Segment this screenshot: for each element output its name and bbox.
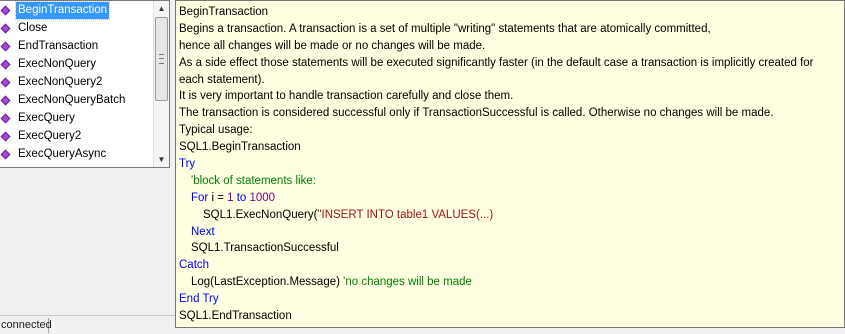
- code-comment: 'no changes will be made: [343, 276, 472, 289]
- vertical-scrollbar[interactable]: ▲ ▼: [153, 1, 169, 167]
- method-icon: [0, 149, 11, 160]
- autocomplete-list[interactable]: BeginTransaction Close EndTransaction Ex…: [0, 0, 170, 168]
- tooltip-description-line: As a side effect those statements will b…: [179, 56, 814, 69]
- documentation-tooltip: BeginTransaction Begins a transaction. A…: [175, 0, 845, 328]
- code-string: "INSERT INTO table1 VALUES(...): [317, 208, 494, 221]
- tooltip-description-line: It is very important to handle transacti…: [179, 90, 514, 103]
- method-icon: [0, 5, 11, 16]
- code-keyword: For: [191, 191, 209, 204]
- code-text: SQL1.BeginTransaction: [179, 141, 301, 154]
- autocomplete-item-execnonquerybatch[interactable]: ExecNonQueryBatch: [0, 92, 154, 110]
- autocomplete-item-execquery2[interactable]: ExecQuery2: [0, 128, 154, 146]
- autocomplete-items: BeginTransaction Close EndTransaction Ex…: [0, 1, 154, 164]
- code-line: For i = 1 to 1000: [179, 190, 844, 207]
- code-text: Log(LastException.Message): [191, 276, 344, 289]
- code-keyword: to: [233, 191, 250, 204]
- autocomplete-item-label: ExecNonQuery: [18, 58, 96, 70]
- code-line: SQL1.ExecNonQuery("INSERT INTO table1 VA…: [179, 207, 844, 224]
- autocomplete-item-label: Close: [18, 22, 48, 34]
- autocomplete-item-label: ExecQuery2: [18, 130, 82, 142]
- autocomplete-item-begintransaction[interactable]: BeginTransaction: [0, 1, 154, 20]
- autocomplete-item-execnonquery2[interactable]: ExecNonQuery2: [0, 74, 154, 92]
- code-line: Try: [179, 156, 844, 173]
- code-line: SQL1.EndTransaction: [179, 308, 844, 325]
- tooltip-description-line: hence all changes will be made or no cha…: [179, 39, 486, 52]
- code-line: End Try: [179, 291, 844, 308]
- code-keyword: End Try: [179, 293, 219, 306]
- autocomplete-item-label: EndTransaction: [18, 40, 99, 52]
- code-line: Log(LastException.Message) 'no changes w…: [179, 274, 844, 291]
- code-line: Catch: [179, 257, 844, 274]
- code-text: SQL1.EndTransaction: [179, 310, 292, 323]
- scroll-thumb[interactable]: [155, 17, 168, 101]
- autocomplete-item-execnonquery[interactable]: ExecNonQuery: [0, 56, 154, 74]
- tooltip-title: BeginTransaction: [179, 6, 269, 18]
- autocomplete-item-label: ExecQuery: [18, 112, 75, 124]
- autocomplete-item-endtransaction[interactable]: EndTransaction: [0, 38, 154, 56]
- method-icon: [0, 131, 11, 142]
- autocomplete-item-execqueryasync[interactable]: ExecQueryAsync: [0, 146, 154, 164]
- code-line: SQL1.TransactionSuccessful: [179, 240, 844, 257]
- code-line: 'block of statements like:: [179, 173, 844, 190]
- code-text: SQL1.TransactionSuccessful: [191, 242, 339, 255]
- code-keyword: Next: [191, 225, 215, 238]
- code-line: Next: [179, 224, 844, 241]
- status-panel: [53, 318, 174, 333]
- grip-icon: [159, 54, 164, 64]
- scroll-up-icon[interactable]: ▲: [154, 1, 169, 16]
- code-number: 1000: [249, 191, 276, 204]
- autocomplete-item-label: BeginTransaction: [14, 1, 111, 20]
- code-text: SQL1.ExecNonQuery(: [203, 208, 318, 221]
- autocomplete-item-execquery[interactable]: ExecQuery: [0, 110, 154, 128]
- code-keyword: Try: [179, 158, 196, 171]
- scroll-down-icon[interactable]: ▼: [154, 152, 169, 167]
- method-icon: [0, 59, 11, 70]
- method-icon: [0, 23, 11, 34]
- tooltip-description-line: Begins a transaction. A transaction is a…: [179, 22, 711, 35]
- tooltip-usage-heading: Typical usage:: [179, 124, 253, 137]
- method-icon: [0, 77, 11, 88]
- tooltip-description-line: The transaction is considered successful…: [179, 107, 774, 120]
- status-bar: connected: [0, 315, 175, 334]
- method-icon: [0, 41, 11, 52]
- method-icon: [0, 113, 11, 124]
- status-text: connected: [1, 318, 52, 333]
- tooltip-description-line: each statement).: [179, 73, 265, 86]
- autocomplete-item-label: ExecQueryAsync: [18, 148, 107, 160]
- code-text: i =: [208, 191, 228, 204]
- autocomplete-item-label: ExecNonQuery2: [18, 76, 103, 88]
- method-icon: [0, 95, 11, 106]
- autocomplete-item-close[interactable]: Close: [0, 20, 154, 38]
- code-comment: 'block of statements like:: [191, 174, 316, 187]
- code-keyword: Catch: [179, 259, 210, 272]
- code-line: SQL1.BeginTransaction: [179, 139, 844, 156]
- autocomplete-item-label: ExecNonQueryBatch: [18, 94, 126, 106]
